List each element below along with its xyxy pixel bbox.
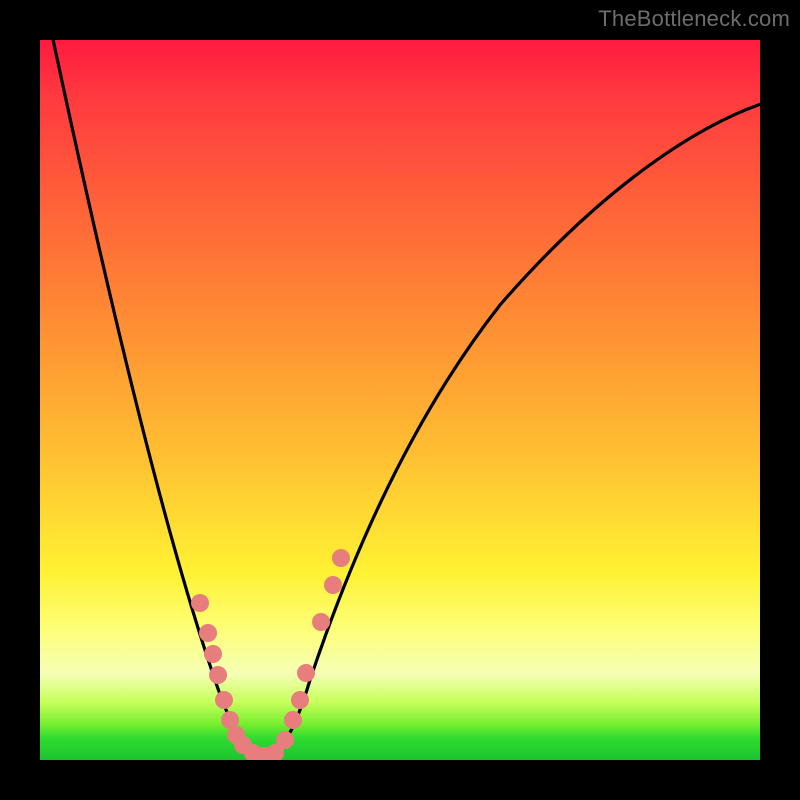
data-point bbox=[312, 613, 330, 631]
data-point bbox=[332, 549, 350, 567]
data-point bbox=[209, 666, 227, 684]
data-point bbox=[204, 645, 222, 663]
chart-frame: TheBottleneck.com bbox=[0, 0, 800, 800]
data-point bbox=[276, 731, 294, 749]
data-point bbox=[324, 576, 342, 594]
data-point bbox=[291, 691, 309, 709]
watermark-text: TheBottleneck.com bbox=[598, 6, 790, 32]
data-point bbox=[297, 664, 315, 682]
plot-area bbox=[40, 40, 760, 760]
data-point bbox=[191, 594, 209, 612]
data-point bbox=[199, 624, 217, 642]
chart-svg bbox=[40, 40, 760, 760]
bottleneck-curve bbox=[51, 40, 760, 756]
marker-group bbox=[191, 549, 350, 760]
data-point bbox=[215, 691, 233, 709]
data-point bbox=[284, 711, 302, 729]
